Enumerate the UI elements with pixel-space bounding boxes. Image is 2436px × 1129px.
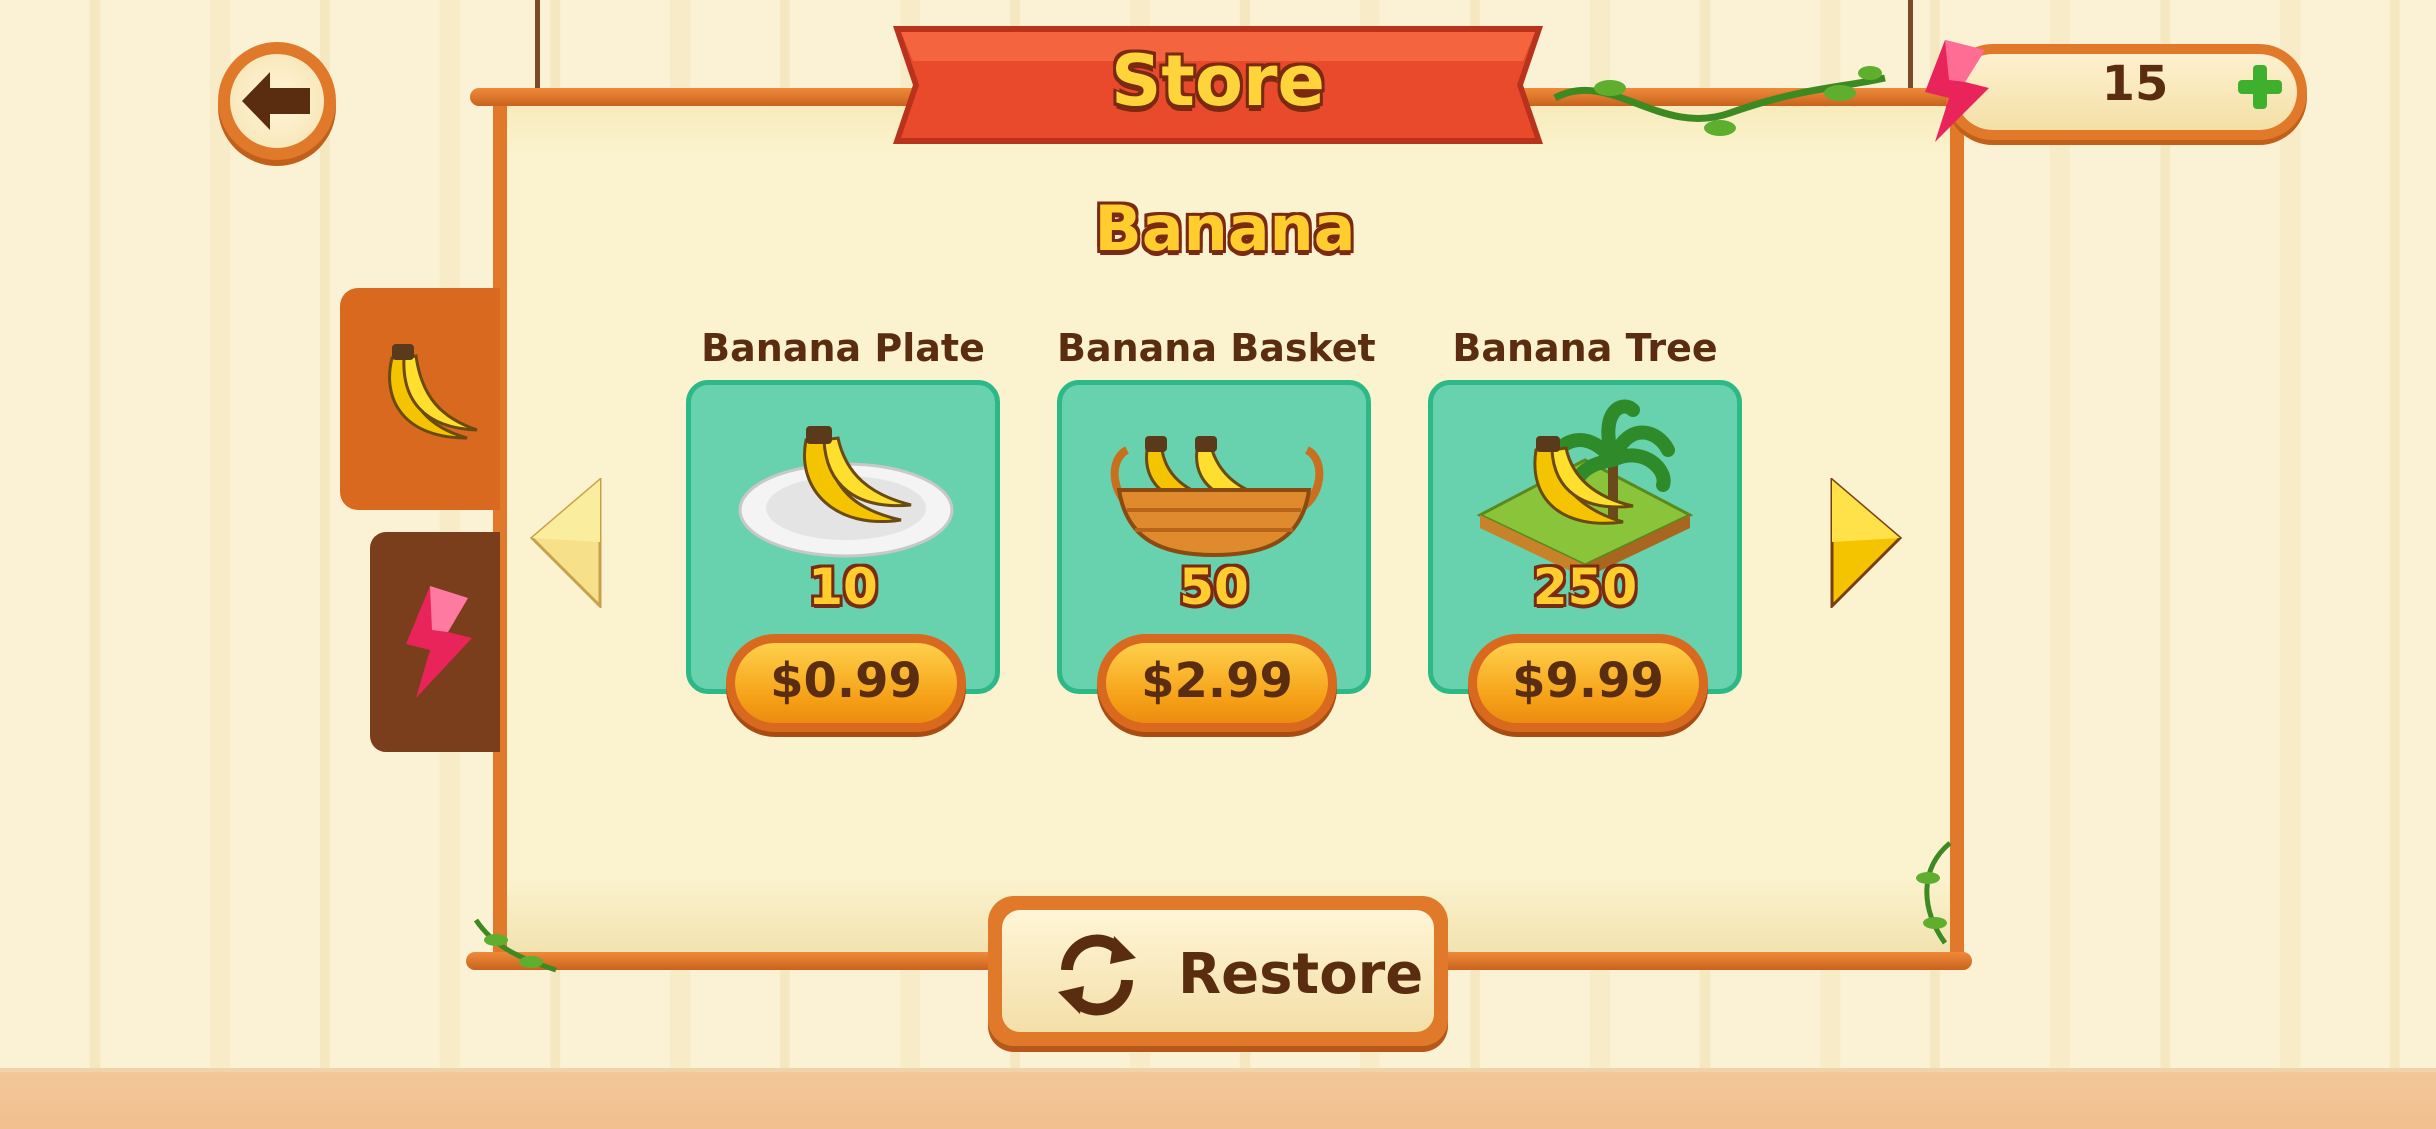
section-title: Banana: [1094, 192, 1356, 265]
item-name: Banana Tree: [1452, 326, 1718, 370]
gem-counter: 15: [1925, 40, 2307, 142]
buy-button[interactable]: $0.99: [726, 634, 966, 732]
lightning-gem-icon: [1925, 40, 1989, 142]
item-amount: 10: [808, 558, 878, 616]
back-button[interactable]: [218, 42, 336, 160]
lightning-gem-icon: [406, 586, 472, 698]
item-amount: 250: [1532, 558, 1638, 616]
restore-button[interactable]: Restore: [988, 896, 1448, 1046]
buy-button[interactable]: $2.99: [1097, 634, 1337, 732]
price-label: $0.99: [770, 653, 922, 709]
price-label: $9.99: [1512, 653, 1664, 709]
back-arrow-icon: [242, 72, 310, 130]
restore-label: Restore: [1178, 942, 1424, 1007]
next-arrow-button[interactable]: [1830, 478, 1902, 608]
gem-count: 15: [2101, 56, 2169, 112]
buy-button[interactable]: $9.99: [1468, 634, 1708, 732]
add-gems-icon[interactable]: [2235, 62, 2285, 112]
banana-icon: [388, 344, 478, 440]
tab-banana[interactable]: [340, 288, 500, 510]
item-amount: 50: [1179, 558, 1249, 616]
price-label: $2.99: [1141, 653, 1293, 709]
vine-decoration: [473, 918, 557, 973]
vine-decoration: [1553, 66, 1886, 136]
page-title: Store: [1111, 40, 1325, 122]
vine-decoration: [1916, 841, 1952, 945]
item-name: Banana Basket: [1057, 326, 1376, 370]
tab-gems[interactable]: [370, 532, 500, 752]
prev-arrow-button[interactable]: [530, 478, 602, 608]
refresh-icon: [1058, 934, 1136, 1016]
item-name: Banana Plate: [701, 326, 985, 370]
floor: [0, 1068, 2436, 1129]
